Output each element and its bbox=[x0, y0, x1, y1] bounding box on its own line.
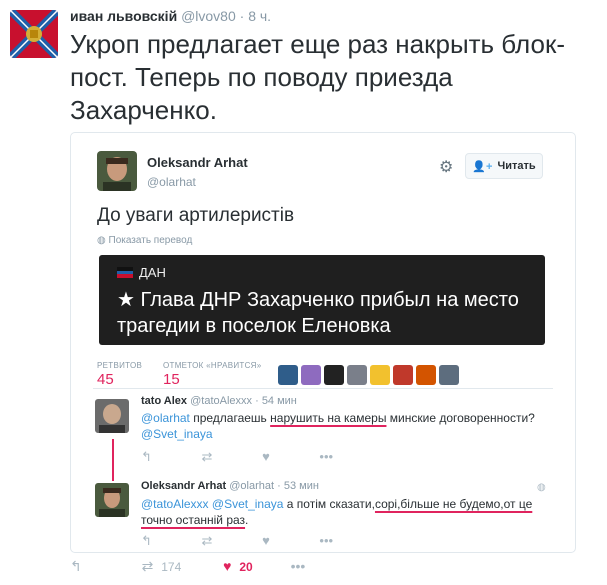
news-headline: ★ Глава ДНР Захарченко прибыл на место т… bbox=[117, 289, 519, 337]
liker-avatar bbox=[278, 365, 298, 385]
reply-actions: ↰ ⇄ ♥ ••• bbox=[141, 449, 333, 465]
retweet-icon: ⇄ bbox=[201, 533, 213, 548]
reply-icon: ↰ bbox=[141, 449, 152, 464]
reply-button[interactable]: ↰ bbox=[70, 558, 82, 574]
retweet-button[interactable]: ⇄ 174 bbox=[142, 558, 186, 574]
follow-button: 👤+ Читать bbox=[465, 153, 543, 179]
reply-author: Oleksandr Arhat @olarhat · 53 мин bbox=[141, 480, 319, 492]
reply-icon: ↰ bbox=[141, 533, 152, 548]
retweets-count: 45 bbox=[97, 371, 114, 388]
embedded-author-avatar bbox=[97, 151, 137, 191]
like-button[interactable]: ♥ 20 bbox=[223, 558, 256, 574]
likes-count: 15 bbox=[163, 371, 180, 388]
gear-icon: ⚙ bbox=[439, 159, 454, 176]
follow-label: Читать bbox=[497, 160, 536, 172]
author-name[interactable]: иван львовскій bbox=[70, 8, 177, 24]
translate-link: ◍ Показать перевод bbox=[97, 235, 193, 246]
liker-avatar bbox=[301, 365, 321, 385]
like-count: 20 bbox=[239, 560, 253, 574]
author-avatar[interactable] bbox=[10, 10, 58, 58]
more-icon: ••• bbox=[319, 449, 334, 464]
embedded-author-name: Oleksandr Arhat bbox=[147, 155, 248, 170]
more-icon: ••• bbox=[319, 533, 334, 548]
embedded-tweet-text: До уваги артилеристів bbox=[97, 205, 295, 226]
globe-icon: ◍ bbox=[97, 235, 106, 246]
tweet-actions: ↰ ⇄ 174 ♥ 20 ••• bbox=[70, 558, 305, 575]
likes-label: ОТМЕТОК «НРАВИТСЯ» bbox=[163, 361, 262, 370]
liker-avatar bbox=[347, 365, 367, 385]
heart-icon: ♥ bbox=[223, 558, 232, 574]
more-button[interactable]: ••• bbox=[291, 558, 306, 574]
reply-text: @tatoAlexxx @Svet_inaya а потім сказати,… bbox=[141, 497, 533, 527]
liker-avatar bbox=[439, 365, 459, 385]
liker-avatar bbox=[416, 365, 436, 385]
reply-author: tato Alex @tatoAlexxx · 54 мин bbox=[141, 395, 297, 407]
retweet-icon: ⇄ bbox=[141, 558, 154, 574]
news-source: ДАН bbox=[117, 265, 166, 280]
retweet-count: 174 bbox=[161, 560, 182, 574]
user-plus-icon: 👤+ bbox=[472, 160, 493, 173]
embedded-author-handle: @olarhat bbox=[147, 175, 196, 189]
liker-avatar bbox=[370, 365, 390, 385]
heart-icon: ♥ bbox=[262, 533, 270, 548]
more-icon: ••• bbox=[290, 558, 306, 574]
globe-icon: ◍ bbox=[537, 482, 546, 493]
heart-icon: ♥ bbox=[262, 449, 270, 464]
liker-avatar bbox=[393, 365, 413, 385]
liker-avatar bbox=[324, 365, 344, 385]
reply-actions: ↰ ⇄ ♥ ••• bbox=[141, 533, 333, 549]
reply-avatar bbox=[95, 399, 129, 433]
reply-text: @olarhat предлагаешь нарушить на камеры … bbox=[141, 411, 535, 441]
thread-connector bbox=[112, 439, 114, 481]
news-card: ДАН ★ Глава ДНР Захарченко прибыл на мес… bbox=[99, 255, 545, 345]
reply-icon: ↰ bbox=[70, 558, 82, 574]
retweet-icon: ⇄ bbox=[201, 449, 213, 464]
attached-image[interactable]: Oleksandr Arhat @olarhat ⚙ 👤+ Читать До … bbox=[70, 132, 576, 553]
divider bbox=[93, 388, 553, 389]
dnr-flag-icon bbox=[117, 267, 133, 279]
tweet-text: Укроп предлагает еще раз накрыть блок-по… bbox=[70, 29, 565, 125]
author-line: иван львовскій @lvov80 · 8 ч. bbox=[70, 8, 271, 24]
retweets-label: РЕТВИТОВ bbox=[97, 361, 143, 370]
author-handle[interactable]: @lvov80 bbox=[181, 8, 236, 24]
reply-avatar bbox=[95, 483, 129, 517]
tweet-time[interactable]: · 8 ч. bbox=[240, 8, 271, 24]
